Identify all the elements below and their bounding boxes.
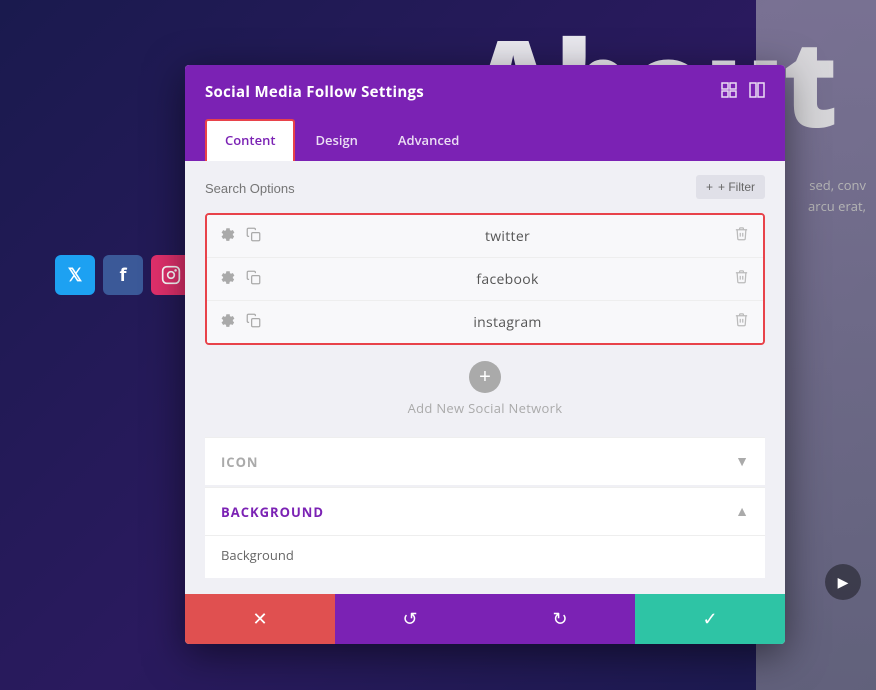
- row-action-icons: [221, 268, 281, 290]
- filter-icon: +: [706, 180, 713, 194]
- nav-next-arrow[interactable]: ▶: [825, 564, 861, 600]
- modal-tabs: Content Design Advanced: [185, 119, 785, 161]
- accordion-chevron-down-icon: ▼: [735, 452, 749, 471]
- table-row: twitter: [207, 215, 763, 258]
- settings-icon[interactable]: [221, 268, 236, 290]
- cancel-button[interactable]: ✕: [185, 594, 335, 644]
- facebook-preview-icon: f: [103, 255, 143, 295]
- search-input-wrap: [205, 176, 696, 198]
- network-list: twitter: [205, 213, 765, 345]
- twitter-preview-icon: 𝕏: [55, 255, 95, 295]
- tab-content[interactable]: Content: [205, 119, 295, 161]
- add-new-section: + Add New Social Network: [205, 361, 765, 417]
- add-new-button[interactable]: +: [469, 361, 501, 393]
- table-row: facebook: [207, 258, 763, 301]
- row-action-icons: [221, 311, 281, 333]
- network-name-twitter: twitter: [281, 227, 734, 246]
- delete-icon[interactable]: [734, 269, 749, 289]
- redo-button[interactable]: ↻: [485, 594, 635, 644]
- modal-body: + + Filter: [185, 161, 785, 594]
- network-name-instagram: instagram: [281, 313, 734, 332]
- search-input[interactable]: [205, 181, 696, 196]
- save-button[interactable]: ✓: [635, 594, 785, 644]
- network-name-facebook: facebook: [281, 270, 734, 289]
- filter-button[interactable]: + + Filter: [696, 175, 765, 199]
- search-bar: + + Filter: [205, 175, 765, 199]
- modal-header: Social Media Follow Settings: [185, 65, 785, 119]
- copy-icon[interactable]: [246, 268, 261, 290]
- tab-design[interactable]: Design: [295, 119, 377, 161]
- accordion-chevron-up-icon: ▲: [735, 502, 749, 521]
- modal-title: Social Media Follow Settings: [205, 82, 424, 102]
- copy-icon[interactable]: [246, 225, 261, 247]
- row-action-icons: [221, 225, 281, 247]
- accordion-background-header[interactable]: Background ▲: [205, 487, 765, 535]
- modal-header-actions: [721, 81, 765, 103]
- settings-modal: Social Media Follow Settings Content Des…: [185, 65, 785, 644]
- modal-footer: ✕ ↺ ↻ ✓: [185, 594, 785, 644]
- accordion-background-title: Background: [221, 503, 324, 521]
- tab-advanced[interactable]: Advanced: [378, 119, 479, 161]
- accordion-icon-title: Icon: [221, 453, 259, 471]
- accordion-background-content: Background: [205, 535, 765, 578]
- background-content-label: Background: [221, 546, 294, 564]
- columns-icon[interactable]: [749, 81, 765, 103]
- undo-button[interactable]: ↺: [335, 594, 485, 644]
- accordion-icon: Icon ▼: [205, 437, 765, 485]
- settings-icon[interactable]: [221, 225, 236, 247]
- table-row: instagram: [207, 301, 763, 343]
- expand-icon[interactable]: [721, 81, 737, 103]
- delete-icon[interactable]: [734, 226, 749, 246]
- accordion-background: Background ▲ Background: [205, 487, 765, 578]
- add-new-label: Add New Social Network: [408, 399, 563, 417]
- social-icons-preview: 𝕏 f: [55, 255, 191, 295]
- copy-icon[interactable]: [246, 311, 261, 333]
- accordion-icon-header[interactable]: Icon ▼: [205, 437, 765, 485]
- settings-icon[interactable]: [221, 311, 236, 333]
- delete-icon[interactable]: [734, 312, 749, 332]
